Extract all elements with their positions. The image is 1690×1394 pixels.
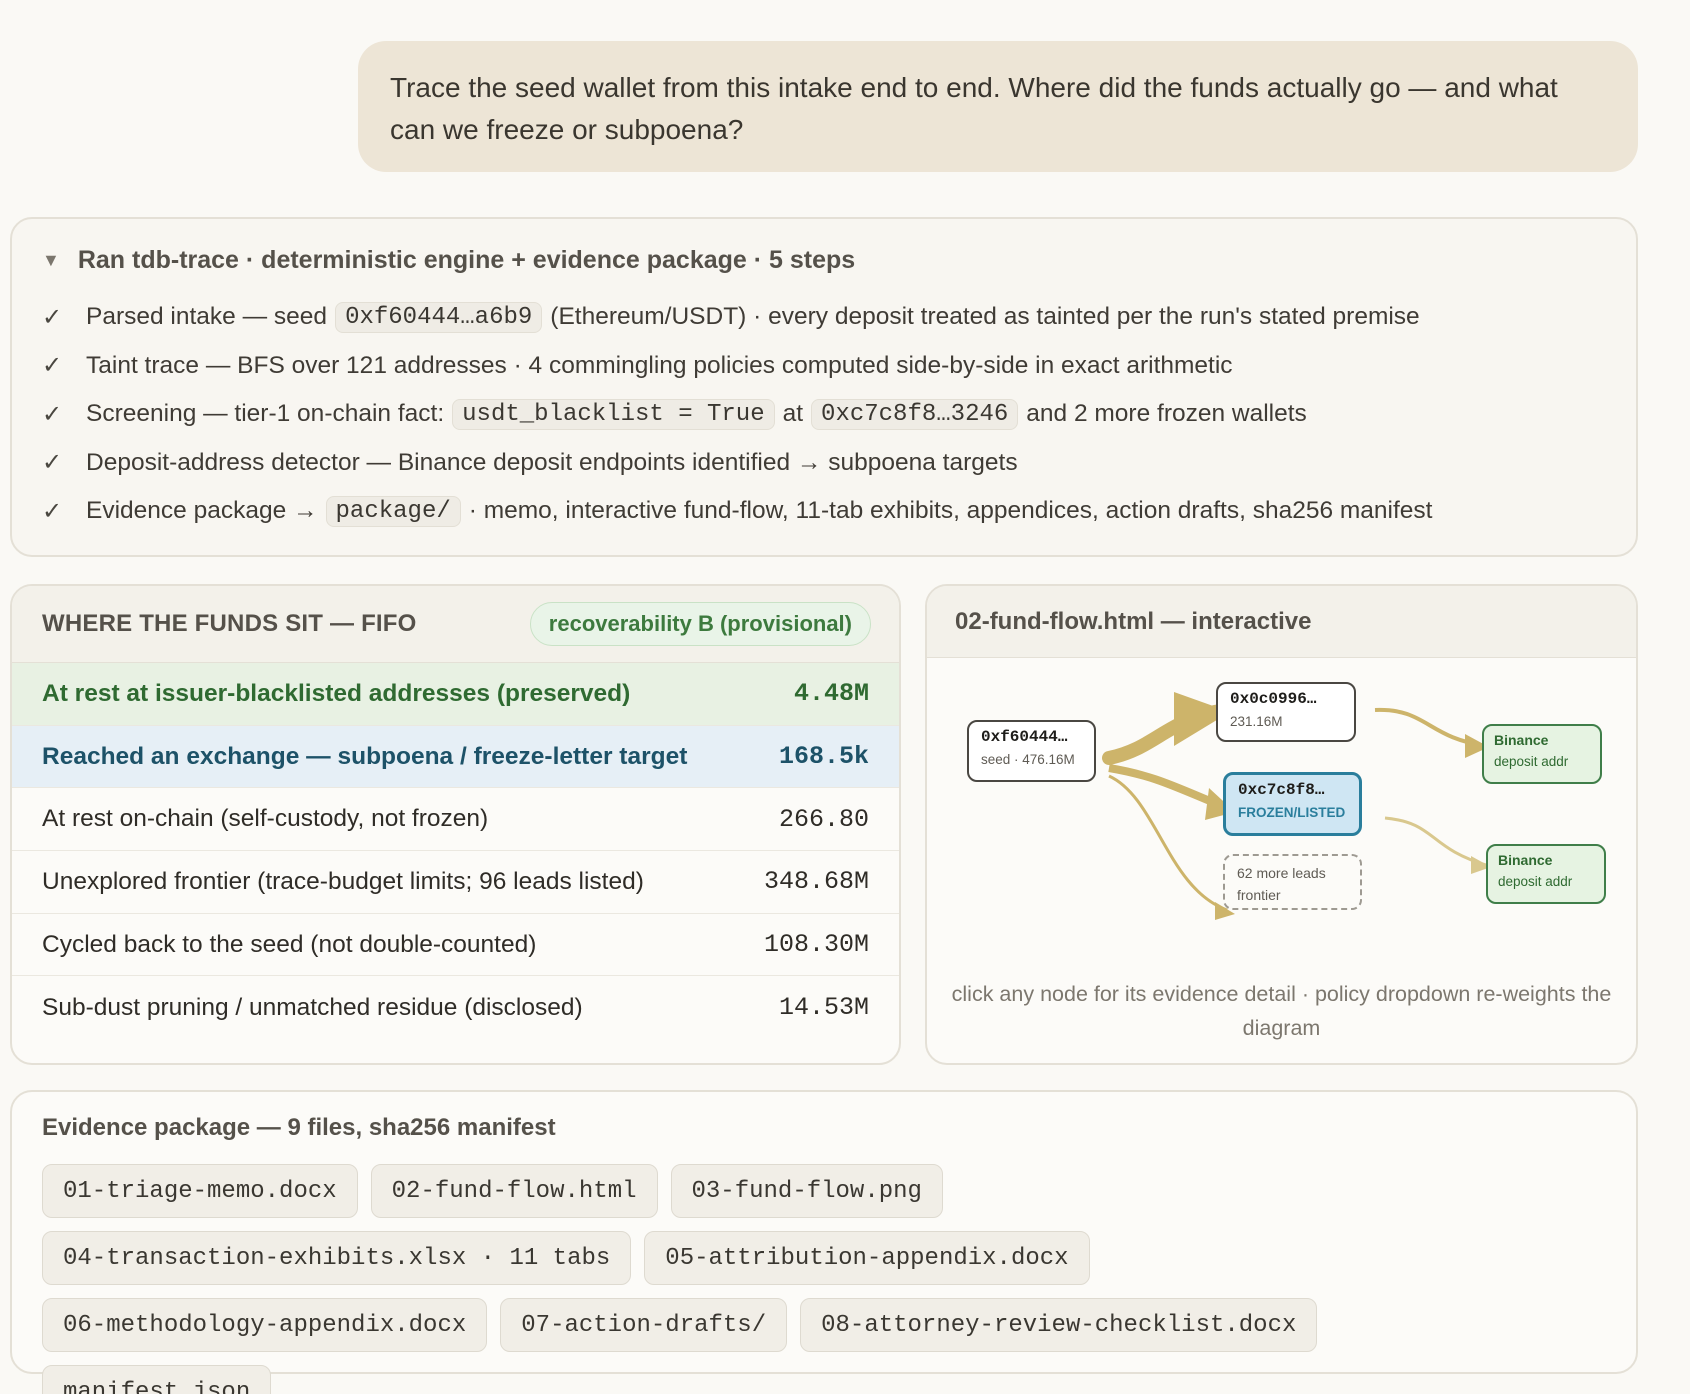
fund-flow-card: 02-fund-flow.html — interactive 0xf60444… [925, 584, 1638, 1065]
file-chip-action-drafts[interactable]: 07-action-drafts/ [500, 1298, 788, 1352]
funds-title: WHERE THE FUNDS SIT — FIFO [42, 610, 417, 637]
node-binance-deposit-1[interactable]: Binance deposit addr [1482, 724, 1602, 784]
node-0x0c0996[interactable]: 0x0c0996… 231.16M [1216, 682, 1356, 742]
funds-row-frontier: Unexplored frontier (trace-budget limits… [12, 851, 899, 914]
step-taint-trace: ✓ Taint trace — BFS over 121 addresses ·… [42, 351, 1233, 380]
node-binance-deposit-2[interactable]: Binance deposit addr [1486, 844, 1606, 904]
check-icon: ✓ [42, 449, 63, 477]
run-steps-toggle[interactable]: ▼ Ran tdb-trace · deterministic engine +… [42, 243, 1606, 277]
check-icon: ✓ [42, 400, 63, 428]
check-icon: ✓ [42, 352, 63, 380]
file-chip-fund-flow-html[interactable]: 02-fund-flow.html [370, 1164, 658, 1218]
file-chip-list: 01-triage-memo.docx 02-fund-flow.html 03… [42, 1164, 1442, 1394]
check-icon: ✓ [42, 303, 63, 331]
node-seed[interactable]: 0xf60444… seed · 476.16M [967, 720, 1096, 782]
step-screening: ✓ Screening — tier-1 on-chain fact: usdt… [42, 398, 1307, 430]
fund-flow-title: 02-fund-flow.html — interactive [927, 586, 1636, 658]
funds-row-self-custody: At rest on-chain (self-custody, not froz… [12, 788, 899, 852]
node-frontier[interactable]: 62 more leads frontier [1223, 854, 1362, 910]
step-parsed-intake: ✓ Parsed intake — seed 0xf60444…a6b9 (Et… [42, 301, 1420, 333]
fund-flow-caption: click any node for its evidence detail ·… [951, 982, 1612, 1040]
steps-list: ✓ Parsed intake — seed 0xf60444…a6b9 (Et… [42, 293, 1606, 536]
file-chip-triage-memo[interactable]: 01-triage-memo.docx [42, 1164, 358, 1218]
funds-row-residue: Sub-dust pruning / unmatched residue (di… [42, 993, 869, 1023]
file-chip-attribution-appendix[interactable]: 05-attribution-appendix.docx [644, 1231, 1090, 1285]
check-icon: ✓ [42, 497, 63, 525]
recoverability-badge: recoverability B (provisional) [529, 602, 871, 646]
node-frozen-0xc7c8f8[interactable]: 0xc7c8f8… FROZEN/LISTED [1223, 772, 1362, 836]
funds-header: WHERE THE FUNDS SIT — FIFO recoverabilit… [12, 586, 899, 663]
evidence-package-card: Evidence package — 9 files, sha256 manif… [10, 1090, 1638, 1394]
funds-row-cycled: Cycled back to the seed (not double-coun… [12, 914, 899, 977]
step-evidence-package: ✓ Evidence package → package/ · memo, in… [42, 495, 1433, 527]
file-chip-transaction-exhibits[interactable]: 04-transaction-exhibits.xlsx · 11 tabs [42, 1231, 632, 1285]
run-steps-title: Ran tdb-trace · deterministic engine + e… [77, 245, 856, 274]
funds-row-exchange: Reached an exchange — subpoena / freeze-… [12, 725, 899, 789]
step-deposit-detector: ✓ Deposit-address detector — Binance dep… [42, 448, 1018, 477]
file-chip-fund-flow-png[interactable]: 03-fund-flow.png [670, 1164, 943, 1218]
run-steps-card: ▼ Ran tdb-trace · deterministic engine +… [10, 217, 1638, 557]
file-chip-methodology-appendix[interactable]: 06-methodology-appendix.docx [42, 1298, 488, 1352]
funds-location-card: WHERE THE FUNDS SIT — FIFO recoverabilit… [10, 584, 901, 1065]
file-chip-attorney-checklist[interactable]: 08-attorney-review-checklist.docx [800, 1298, 1318, 1352]
evidence-package-title: Evidence package — 9 files, sha256 manif… [42, 1114, 556, 1141]
chat-page: Trace the seed wallet from this intake e… [0, 0, 1690, 1394]
package-folder-code: package/ [325, 495, 461, 527]
collapse-triangle-icon[interactable]: ▼ [42, 250, 60, 271]
blacklist-code: usdt_blacklist = True [452, 398, 775, 430]
seed-address-code: 0xf60444…a6b9 [335, 301, 543, 333]
frozen-address-code: 0xc7c8f8…3246 [811, 398, 1019, 430]
user-message: Trace the seed wallet from this intake e… [358, 41, 1638, 172]
file-chip-manifest[interactable]: manifest.json [42, 1365, 272, 1394]
funds-row-blacklisted: At rest at issuer-blacklisted addresses … [12, 663, 899, 726]
